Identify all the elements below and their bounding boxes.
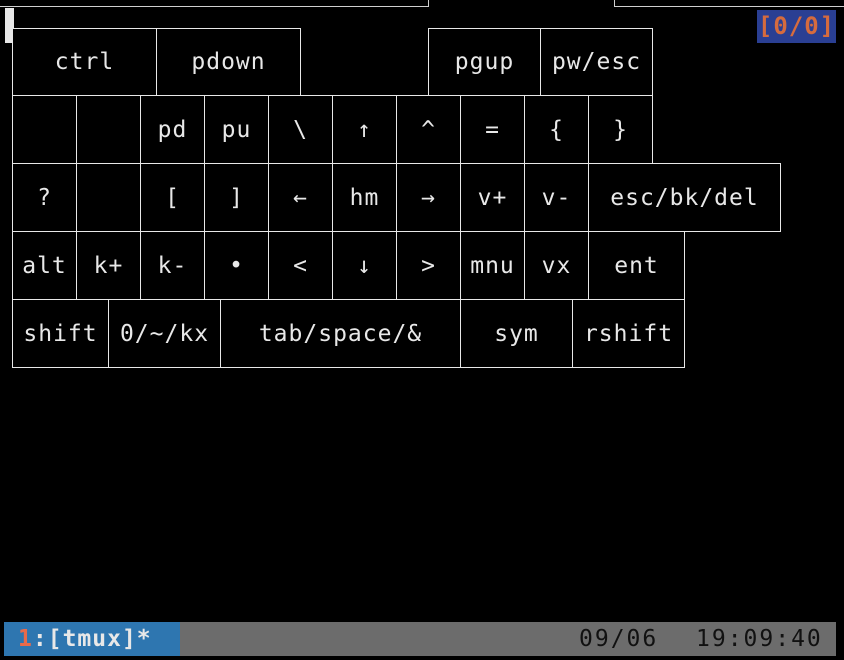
key-right-bracket[interactable]: ] [204, 163, 269, 232]
key-blank-2[interactable] [76, 95, 141, 164]
key-left-brace[interactable]: { [524, 95, 589, 164]
key-up-arrow[interactable]: ↑ [332, 95, 397, 164]
key-ctrl[interactable]: ctrl [12, 28, 157, 96]
tmux-status-bar: 1:[tmux]* 09/06 19:09:40 [4, 622, 836, 656]
key-pd[interactable]: pd [140, 95, 205, 164]
window-tab[interactable]: 1:[tmux]* [4, 622, 180, 656]
window-name: [tmux]* [47, 626, 152, 652]
key-left-bracket[interactable]: [ [140, 163, 205, 232]
key-blank-3[interactable] [76, 163, 141, 232]
key-vx[interactable]: vx [524, 231, 589, 300]
key-down-arrow[interactable]: ↓ [332, 231, 397, 300]
key-right-brace[interactable]: } [588, 95, 653, 164]
key-bullet[interactable]: • [204, 231, 269, 300]
key-rshift[interactable]: rshift [572, 299, 685, 368]
key-caret[interactable]: ^ [396, 95, 461, 164]
key-sym[interactable]: sym [460, 299, 573, 368]
key-ent[interactable]: ent [588, 231, 685, 300]
key-pu[interactable]: pu [204, 95, 269, 164]
key-k-plus[interactable]: k+ [76, 231, 141, 300]
key-greater-than[interactable]: > [396, 231, 461, 300]
status-date: 09/06 [579, 626, 659, 652]
key-pdown[interactable]: pdown [156, 28, 301, 96]
key-pgup[interactable]: pgup [428, 28, 541, 96]
key-esc-bk-del[interactable]: esc/bk/del [588, 163, 781, 232]
key-shift[interactable]: shift [12, 299, 109, 368]
key-alt[interactable]: alt [12, 231, 77, 300]
key-blank-1[interactable] [12, 95, 77, 164]
key-less-than[interactable]: < [268, 231, 333, 300]
key-right-arrow[interactable]: → [396, 163, 461, 232]
key-mnu[interactable]: mnu [460, 231, 525, 300]
key-pw-esc[interactable]: pw/esc [540, 28, 653, 96]
key-tab-space-amp[interactable]: tab/space/& [220, 299, 461, 368]
key-v-minus[interactable]: v- [524, 163, 589, 232]
key-equals[interactable]: = [460, 95, 525, 164]
status-time: 19:09:40 [696, 626, 823, 652]
key-hm[interactable]: hm [332, 163, 397, 232]
key-question[interactable]: ? [12, 163, 77, 232]
key-0-tilde-kx[interactable]: 0/~/kx [108, 299, 221, 368]
pane-border-left [0, 0, 429, 7]
window-separator: : [32, 626, 48, 652]
pane-counter: [0/0] [757, 10, 836, 43]
key-left-arrow[interactable]: ← [268, 163, 333, 232]
key-k-minus[interactable]: k- [140, 231, 205, 300]
pane-border-right [614, 0, 844, 7]
window-index: 1 [18, 626, 33, 652]
key-v-plus[interactable]: v+ [460, 163, 525, 232]
key-backslash[interactable]: \ [268, 95, 333, 164]
